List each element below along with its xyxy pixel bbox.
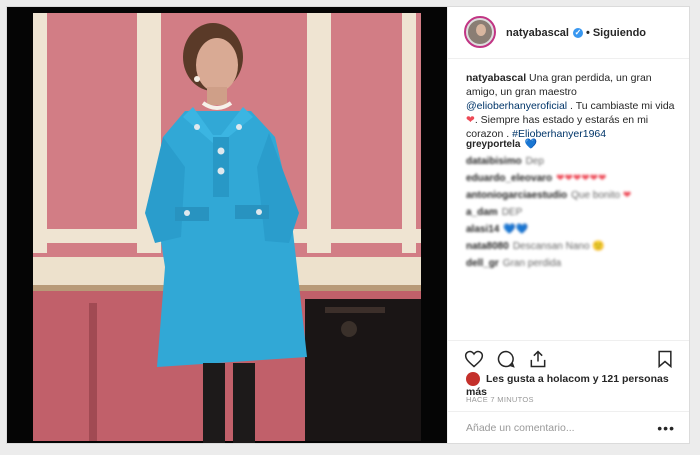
comment-username[interactable]: nata8080 bbox=[466, 241, 509, 252]
comment-emoji: 💙💙 bbox=[503, 224, 529, 235]
comment-username[interactable]: alasi14 bbox=[466, 224, 499, 235]
caption-mention-link[interactable]: @elioberhanyeroficial bbox=[466, 100, 567, 112]
comment-item: a_dam DEP bbox=[466, 204, 678, 221]
post-header: natyabascal ✓ • Siguiendo bbox=[448, 7, 689, 59]
comment-item: antoniogarciaestudio Que bonito ❤ bbox=[466, 187, 678, 204]
comment-icon[interactable] bbox=[496, 349, 516, 369]
bookmark-icon[interactable] bbox=[655, 349, 675, 369]
comment-emoji: ❤❤❤❤❤❤ bbox=[556, 173, 607, 184]
comment-emoji: ❤ bbox=[622, 190, 632, 201]
likes-row: Les gusta a holacom y 121 personas más bbox=[466, 372, 686, 398]
post-caption: natyabascal Una gran perdida, un gran am… bbox=[466, 71, 678, 141]
more-options-icon[interactable]: ••• bbox=[657, 420, 675, 436]
comment-username[interactable]: antoniogarciaestudio bbox=[466, 190, 567, 201]
comment-text: Que bonito bbox=[571, 190, 621, 201]
post-card: natyabascal ✓ • Siguiendo natyabascal Una g… bbox=[6, 6, 690, 444]
post-timestamp[interactable]: HACE 7 MINUTOS bbox=[466, 395, 534, 404]
comment-item: dataibisimo Dep bbox=[466, 153, 678, 170]
share-icon[interactable] bbox=[528, 349, 548, 369]
action-bar bbox=[448, 340, 689, 371]
verified-badge-icon: ✓ bbox=[572, 28, 583, 39]
following-button[interactable]: Siguiendo bbox=[593, 27, 646, 39]
caption-username[interactable]: natyabascal bbox=[466, 72, 526, 84]
comment-emoji: 💙 bbox=[524, 139, 537, 150]
comment-username[interactable]: dell_gr bbox=[466, 258, 499, 269]
avatar-face bbox=[476, 24, 486, 36]
comment-text: Descansan Nano bbox=[512, 241, 590, 252]
liker-avatar[interactable] bbox=[466, 372, 480, 386]
heart-icon[interactable] bbox=[464, 349, 484, 369]
heart-emoji: ❤ bbox=[466, 114, 475, 126]
comment-username[interactable]: dataibisimo bbox=[466, 156, 522, 167]
separator-dot: • bbox=[585, 27, 590, 39]
comment-item: greyportela 💙 bbox=[466, 136, 678, 153]
header-username[interactable]: natyabascal bbox=[506, 27, 569, 39]
comment-item: nata8080 Descansan Nano 🙁 bbox=[466, 238, 678, 255]
caption-text-2: . Tu cambiaste mi vida bbox=[567, 100, 675, 112]
post-photo[interactable] bbox=[7, 7, 447, 443]
comment-username[interactable]: a_dam bbox=[466, 207, 498, 218]
comment-text: DEP bbox=[501, 207, 523, 218]
post-image bbox=[7, 7, 447, 443]
comment-emoji: 🙁 bbox=[592, 241, 605, 252]
header-username-row: natyabascal ✓ • Siguiendo bbox=[506, 27, 646, 39]
post-sidebar: natyabascal ✓ • Siguiendo natyabascal Una g… bbox=[447, 7, 689, 443]
add-comment-bar: Añade un comentario... ••• bbox=[448, 411, 689, 444]
comment-text: Gran perdida bbox=[502, 258, 562, 269]
comment-item: alasi14 💙💙 bbox=[466, 221, 678, 238]
comment-input[interactable]: Añade un comentario... bbox=[466, 422, 575, 434]
comment-text: Dep bbox=[525, 156, 544, 167]
comment-item: eduardo_eleovaro ❤❤❤❤❤❤ bbox=[466, 170, 678, 187]
comment-username[interactable]: greyportela bbox=[466, 139, 520, 150]
comment-list: greyportela 💙 dataibisimo Dep eduardo_eleo… bbox=[466, 136, 678, 272]
comment-username[interactable]: eduardo_eleovaro bbox=[466, 173, 552, 184]
avatar-image bbox=[468, 20, 492, 44]
avatar[interactable] bbox=[464, 16, 496, 48]
comment-item: dell_gr Gran perdida bbox=[466, 255, 678, 272]
